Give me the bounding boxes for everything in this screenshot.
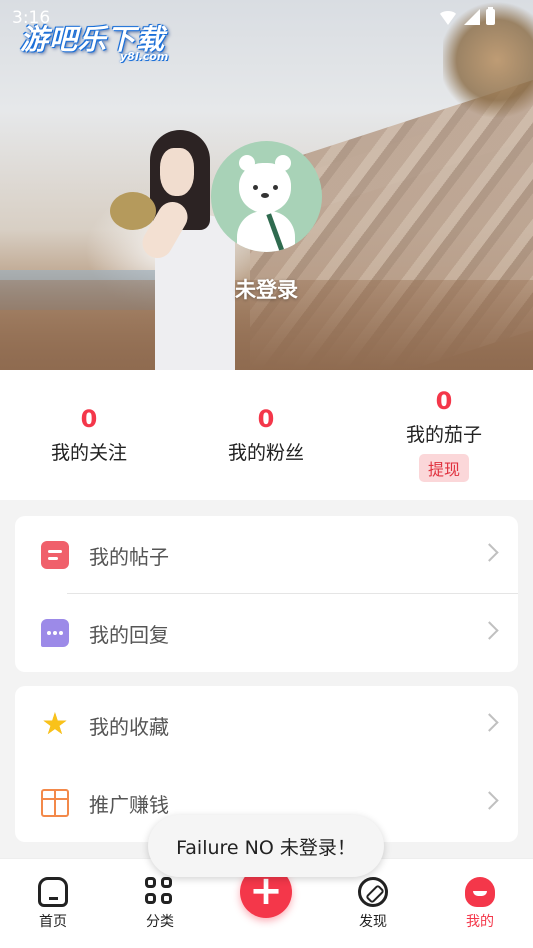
withdraw-button[interactable]: 提现 [418,454,469,482]
tab-discover[interactable]: 发现 [343,877,403,931]
menu-item-label: 我的帖子 [89,544,169,569]
profile-header: 3:16 游吧乐下载 y8l.com 未登录 [0,0,533,370]
stat-value: 0 [257,405,275,433]
menu-item-label: 推广赚钱 [89,792,169,817]
menu-item-label: 我的回复 [89,622,169,647]
stat-label: 我的茄子 [405,424,482,446]
compass-icon [358,877,388,907]
status-icons [438,7,495,25]
chevron-right-icon [480,791,499,810]
tab-label: 首页 [39,914,67,930]
tab-home[interactable]: 首页 [23,877,83,931]
tab-category[interactable]: 分类 [130,877,190,931]
menu-item-my-posts[interactable]: 我的帖子 [15,516,518,594]
stats-panel: 0 我的关注 0 我的粉丝 0 我的茄子 提现 [0,370,533,500]
wifi-icon [438,11,458,25]
tab-label: 我的 [466,914,494,930]
tab-label: 分类 [146,914,174,930]
menu-item-my-replies[interactable]: 我的回复 [15,594,518,672]
chevron-right-icon [480,713,499,732]
battery-icon [486,7,495,25]
reply-icon [41,619,69,647]
menu-card-posts: 我的帖子 我的回复 [15,516,518,672]
menu-item-label: 我的收藏 [89,714,169,739]
login-status-label[interactable]: 未登录 [0,274,533,304]
avatar[interactable] [211,141,322,252]
stat-value: 0 [435,387,453,415]
stat-value: 0 [80,405,98,433]
tab-me[interactable]: 我的 [450,877,510,931]
stat-eggplants[interactable]: 0 我的茄子 提现 [355,386,533,482]
chevron-right-icon [480,543,499,562]
stat-followers[interactable]: 0 我的粉丝 [177,404,355,466]
signal-icon [464,9,480,25]
post-icon [41,541,69,569]
stat-following[interactable]: 0 我的关注 [0,404,178,466]
home-icon [38,877,68,907]
watermark-url: y8l.com [120,50,169,63]
chevron-right-icon [480,621,499,640]
tab-label: 发现 [359,914,387,930]
profile-icon [465,877,495,907]
grid-icon [145,877,175,907]
menu-item-favorites[interactable]: ★ 我的收藏 [15,686,518,764]
stat-label: 我的关注 [50,442,127,464]
stat-label: 我的粉丝 [227,442,304,464]
star-icon: ★ [41,707,69,742]
toast-message: Failure NO 未登录！ [148,815,384,877]
gift-icon [41,789,69,817]
